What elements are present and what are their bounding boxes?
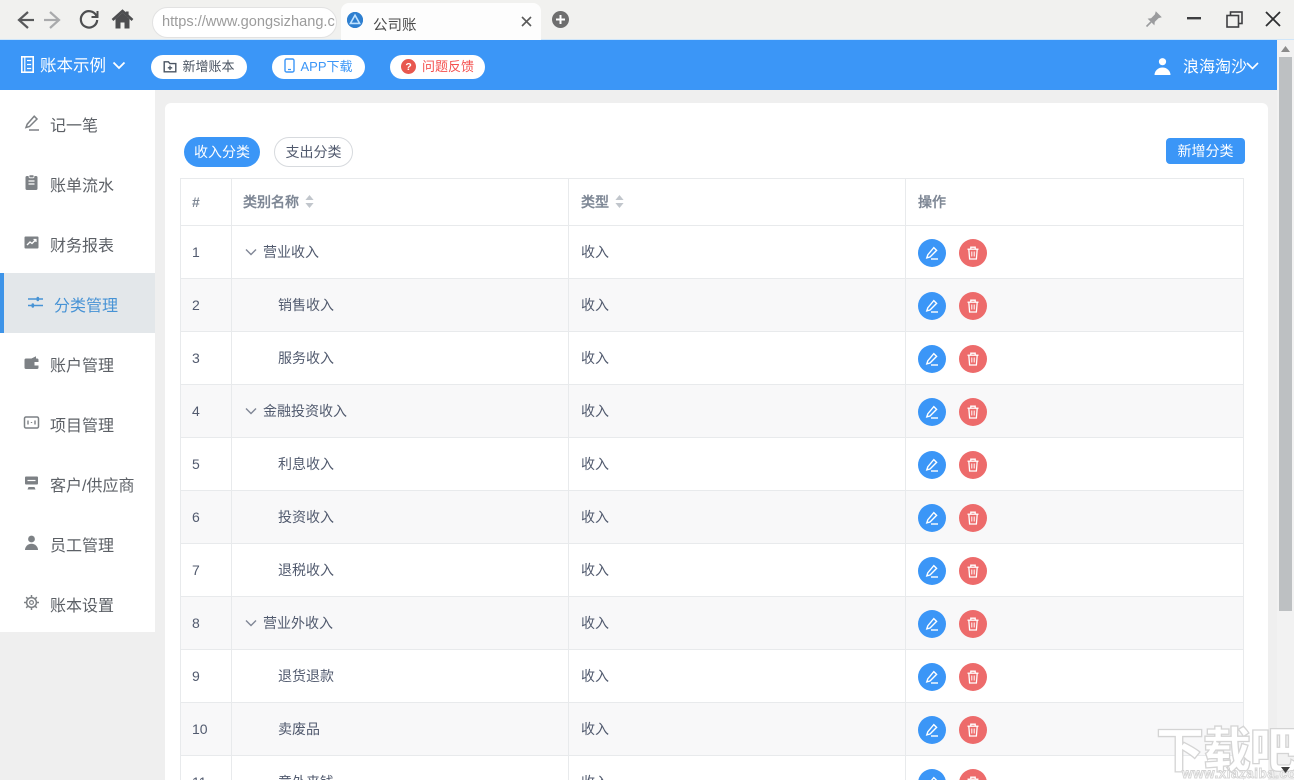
- svg-text:?: ?: [405, 61, 411, 73]
